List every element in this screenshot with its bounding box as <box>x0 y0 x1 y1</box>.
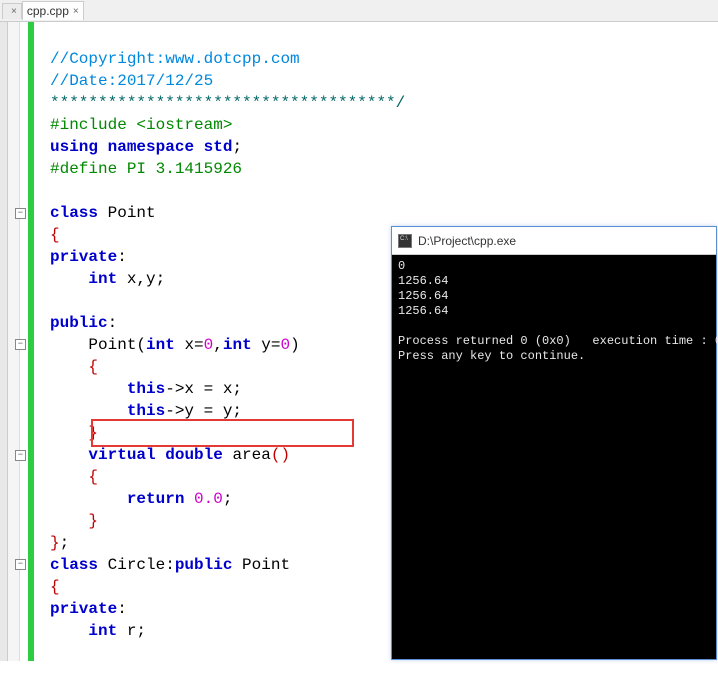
close-icon[interactable]: × <box>73 6 79 17</box>
code-token: std <box>204 138 233 156</box>
code-token: <iostream> <box>136 116 232 134</box>
close-icon[interactable]: × <box>11 6 17 17</box>
marker-column: − − − − <box>8 22 20 661</box>
code-token: int <box>146 336 175 354</box>
line-number-gutter <box>0 22 8 661</box>
code-line: #define PI 3.1415926 <box>50 160 242 178</box>
code-token: class <box>50 204 98 222</box>
console-output: 0 1256.64 1256.64 1256.64 Process return… <box>392 255 716 368</box>
code-token: using <box>50 138 98 156</box>
code-token: namespace <box>108 138 194 156</box>
code-line: ************************************/ <box>50 94 405 112</box>
code-token: public <box>50 314 108 332</box>
console-title: D:\Project\cpp.exe <box>418 234 516 248</box>
tab-bar: × cpp.cpp × <box>0 0 718 22</box>
console-icon <box>398 234 412 248</box>
code-token: Point <box>108 204 156 222</box>
code-line: //Date:2017/12/25 <box>50 72 213 90</box>
code-token: #include <box>50 116 136 134</box>
code-token: { <box>50 226 60 244</box>
code-token: Point <box>88 336 136 354</box>
code-token: private <box>50 248 117 266</box>
console-window[interactable]: D:\Project\cpp.exe 0 1256.64 1256.64 125… <box>391 226 717 660</box>
tab-cpp[interactable]: cpp.cpp × <box>22 1 84 20</box>
tab-label: cpp.cpp <box>27 4 69 18</box>
code-token: int <box>223 336 252 354</box>
console-titlebar[interactable]: D:\Project\cpp.exe <box>392 227 716 255</box>
code-line: //Copyright:www.dotcpp.com <box>50 50 300 68</box>
highlight-annotation <box>91 419 354 447</box>
code-token: int <box>88 270 117 288</box>
tab-left-remnant[interactable]: × <box>2 3 22 19</box>
code-token: x,y; <box>117 270 165 288</box>
